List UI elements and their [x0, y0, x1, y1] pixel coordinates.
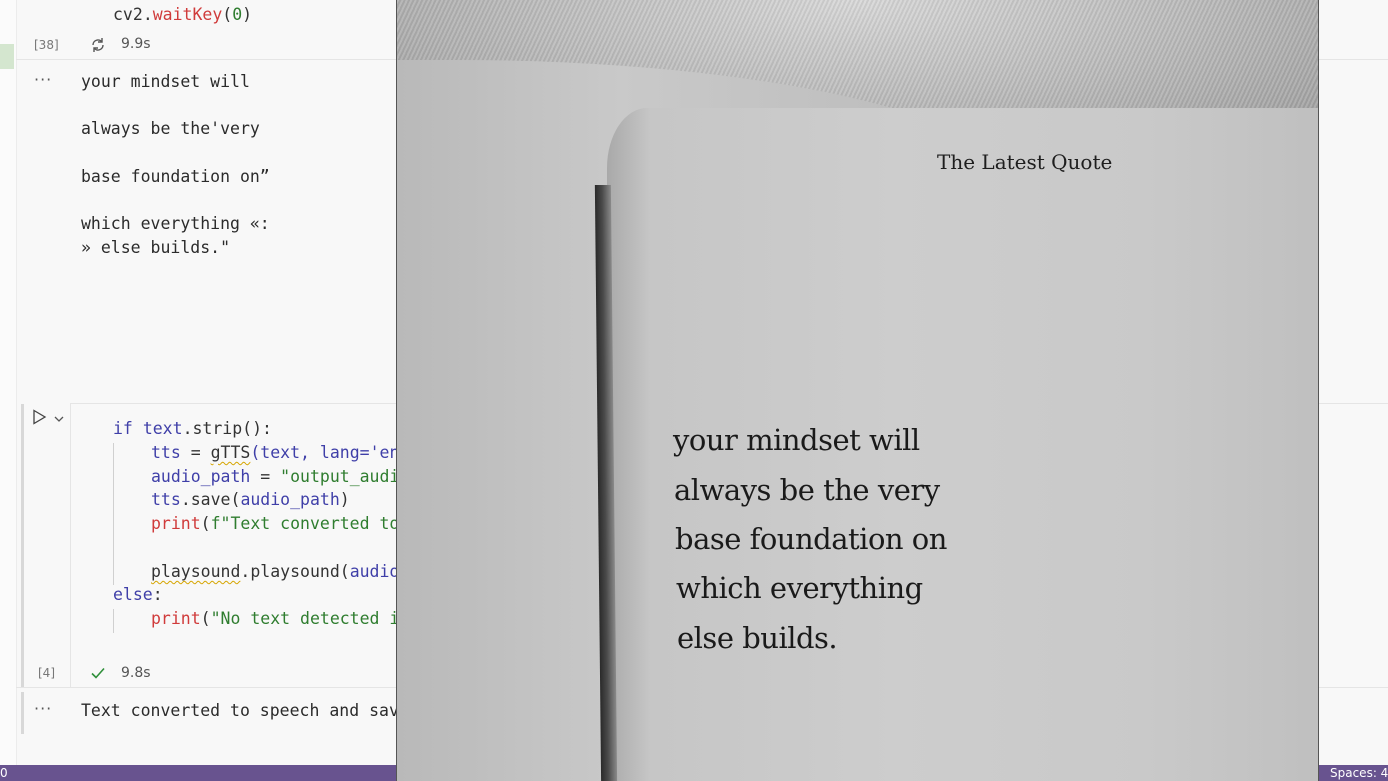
- status-indentation[interactable]: Spaces: 4: [1330, 766, 1388, 780]
- execution-count: [38]: [34, 38, 59, 52]
- code-line[interactable]: tts.save(audio_path): [151, 488, 350, 512]
- output-menu-button[interactable]: ···: [34, 70, 52, 89]
- code-line[interactable]: print("No text detected in: [151, 607, 409, 631]
- book-quote-line: else builds.: [677, 621, 838, 655]
- book-page-title: The Latest Quote: [937, 150, 1113, 174]
- indent-guide: [113, 443, 114, 585]
- output-line: base foundation on”: [81, 167, 270, 186]
- check-icon: [90, 665, 106, 681]
- code-line[interactable]: if text.strip():: [113, 417, 272, 441]
- play-icon[interactable]: [31, 409, 47, 425]
- code-line[interactable]: tts = gTTS(text, lang='en: [151, 441, 399, 465]
- cell-divider: [1318, 687, 1388, 688]
- execution-time: 9.8s: [121, 665, 151, 681]
- code-token-object: cv2: [113, 5, 143, 24]
- code-line[interactable]: audio_path = "output_audio: [151, 465, 409, 489]
- output-menu-button[interactable]: ···: [34, 699, 52, 718]
- output-line: Text converted to speech and save: [81, 701, 409, 720]
- indent-guide: [113, 609, 114, 633]
- editor-gutter: [0, 0, 17, 765]
- cell-divider: [16, 59, 396, 60]
- output-focus-bar: [21, 692, 24, 734]
- image-viewer-window[interactable]: The Latest Quote your mindset will alway…: [396, 0, 1319, 781]
- code-line[interactable]: else:: [113, 583, 163, 607]
- chevron-down-icon[interactable]: [53, 410, 65, 422]
- book-quote-line: which everything: [676, 571, 923, 605]
- output-line: which everything «:: [81, 214, 270, 233]
- output-line: always be the'very: [81, 119, 260, 138]
- code-line[interactable]: print(f"Text converted to: [151, 512, 409, 536]
- cell-divider: [16, 687, 396, 688]
- code-token-arg: 0: [232, 5, 243, 24]
- cell-focus-bar: [21, 404, 24, 688]
- output-line: your mindset will: [81, 72, 250, 91]
- output-line: » else builds.": [81, 238, 231, 257]
- cell-divider: [1318, 59, 1388, 60]
- status-problems-count[interactable]: 0: [0, 766, 8, 780]
- code-token-method: waitKey: [152, 5, 223, 24]
- cell-change-marker: [0, 44, 14, 69]
- execution-count: [4]: [38, 666, 55, 680]
- code-line-waitkey[interactable]: cv2.waitKey(0): [113, 3, 252, 27]
- code-line[interactable]: playsound.playsound(audio_: [151, 560, 409, 584]
- cell-left-border: [70, 403, 71, 688]
- book-quote-line: base foundation on: [675, 522, 947, 556]
- execution-time: 9.9s: [121, 36, 151, 52]
- cell-top-border: [70, 403, 396, 404]
- cell-top-border: [1318, 403, 1388, 404]
- book-quote-line: always be the very: [674, 473, 940, 507]
- refresh-icon[interactable]: [89, 36, 107, 54]
- book-quote-line: your mindset will: [673, 423, 920, 457]
